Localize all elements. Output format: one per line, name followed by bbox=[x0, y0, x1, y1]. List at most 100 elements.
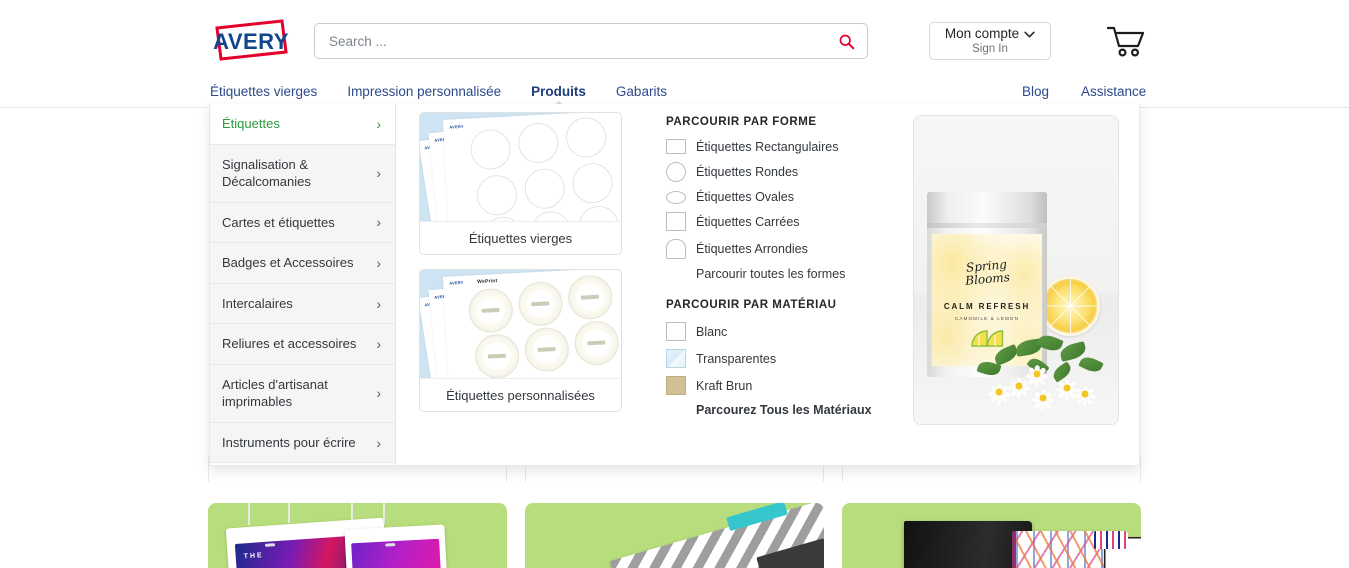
chevron-right-icon: › bbox=[376, 295, 381, 312]
filter-column: PARCOURIR PAR FORME Étiquettes Rectangul… bbox=[666, 116, 916, 417]
category-label: Badges et Accessoires bbox=[222, 255, 354, 271]
shape-filter-rondes[interactable]: Étiquettes Rondes bbox=[666, 162, 916, 182]
site-header: AVERY Mon compte Sign In bbox=[0, 0, 1349, 78]
category-label: Signalisation & Décalcomanies bbox=[222, 156, 311, 190]
category-item-etiquettes[interactable]: Étiquettes › bbox=[210, 104, 395, 145]
svg-text:AVERY: AVERY bbox=[213, 29, 289, 54]
browse-all-materials-link[interactable]: Parcourez Tous les Matériaux bbox=[696, 403, 916, 417]
category-item-artisanat[interactable]: Articles d'artisanat imprimables › bbox=[210, 364, 395, 423]
promo-script-line2: Blooms bbox=[964, 269, 1011, 288]
promo-image-card[interactable]: Spring Blooms CALM REFRESH CAMOMILE & LE… bbox=[913, 115, 1119, 425]
category-item-signalisation[interactable]: Signalisation & Décalcomanies › bbox=[210, 144, 395, 203]
nav-item-produits[interactable]: Produits bbox=[529, 78, 588, 106]
shape-filter-carrees[interactable]: Étiquettes Carrées bbox=[666, 212, 916, 231]
category-item-intercalaires[interactable]: Intercalaires › bbox=[210, 283, 395, 325]
blank-round-labels bbox=[443, 113, 621, 221]
category-item-cartes[interactable]: Cartes et étiquettes › bbox=[210, 202, 395, 244]
material-filter-kraft[interactable]: Kraft Brun bbox=[666, 376, 916, 395]
search-button[interactable] bbox=[825, 24, 867, 58]
nav-item-assistance[interactable]: Assistance bbox=[1079, 78, 1148, 106]
product-card-caption: Étiquettes personnalisées bbox=[420, 378, 621, 411]
printed-round-labels bbox=[443, 270, 621, 378]
nav-item-etiquettes-vierges[interactable]: Étiquettes vierges bbox=[208, 78, 319, 106]
filter-spacer bbox=[666, 281, 916, 299]
product-card-column: AVERY AVERY AVERY bbox=[419, 112, 624, 426]
product-card-etiquettes-vierges[interactable]: AVERY AVERY AVERY bbox=[419, 112, 622, 255]
material-filter-transparentes[interactable]: Transparentes bbox=[666, 349, 916, 368]
rectangle-shape-icon bbox=[666, 139, 686, 154]
category-item-instruments[interactable]: Instruments pour écrire › bbox=[210, 422, 395, 464]
chevron-right-icon: › bbox=[376, 385, 381, 402]
category-label: Intercalaires bbox=[222, 295, 293, 311]
label-sheet: AVERY WePrint bbox=[442, 270, 621, 378]
badge-artwork bbox=[344, 524, 448, 568]
lemon-slice-photo bbox=[1040, 276, 1100, 336]
bottom-card-reliures[interactable] bbox=[842, 503, 1141, 568]
tin-lid bbox=[927, 192, 1047, 228]
promo-subtitle: CAMOMILE & LEMON bbox=[954, 316, 1020, 321]
arch-shape-icon bbox=[666, 239, 686, 259]
search-input[interactable] bbox=[315, 24, 825, 58]
category-item-reliures[interactable]: Reliures et accessoires › bbox=[210, 324, 395, 365]
chamomile-flower bbox=[1024, 364, 1050, 388]
blank-labels-image: AVERY AVERY AVERY bbox=[420, 113, 621, 221]
chevron-right-icon: › bbox=[376, 214, 381, 231]
label-sheet: AVERY bbox=[442, 113, 621, 221]
chevron-down-icon bbox=[1024, 31, 1035, 38]
material-filter-label: Blanc bbox=[696, 324, 728, 339]
chevron-right-icon: › bbox=[376, 434, 381, 451]
category-label: Étiquettes bbox=[222, 116, 280, 131]
category-label: Cartes et étiquettes bbox=[222, 214, 335, 230]
shape-filter-label: Étiquettes Rondes bbox=[696, 165, 799, 179]
shape-filter-ovales[interactable]: Étiquettes Ovales bbox=[666, 190, 916, 204]
label-sheet-stack: AVERY AVERY AVERY WePrint bbox=[420, 270, 621, 378]
shape-filter-arrondies[interactable]: Étiquettes Arrondies bbox=[666, 239, 916, 259]
avery-logo[interactable]: AVERY bbox=[208, 18, 294, 64]
shape-filter-label: Étiquettes Ovales bbox=[696, 190, 794, 204]
category-label: Reliures et accessoires bbox=[222, 336, 357, 352]
search-icon bbox=[839, 34, 854, 49]
circle-shape-icon bbox=[666, 162, 686, 182]
nav-item-blog[interactable]: Blog bbox=[1020, 78, 1051, 106]
account-button[interactable]: Mon compte Sign In bbox=[929, 22, 1051, 60]
kraft-swatch-icon bbox=[666, 376, 686, 395]
sign-in-label: Sign In bbox=[972, 42, 1008, 55]
label-sheet-stack: AVERY AVERY AVERY bbox=[420, 113, 621, 221]
avery-logo-svg: AVERY bbox=[213, 19, 289, 61]
shape-filter-label: Étiquettes Rectangulaires bbox=[696, 139, 839, 154]
browse-all-shapes-link[interactable]: Parcourir toutes les formes bbox=[696, 267, 916, 281]
material-filter-blanc[interactable]: Blanc bbox=[666, 322, 916, 341]
material-filter-label: Transparentes bbox=[696, 351, 777, 366]
material-section-heading: PARCOURIR PAR MATÉRIAU bbox=[666, 299, 837, 311]
category-item-badges[interactable]: Badges et Accessoires › bbox=[210, 243, 395, 284]
chevron-right-icon: › bbox=[376, 115, 381, 132]
product-card-etiquettes-personnalisees[interactable]: AVERY AVERY AVERY WePrint bbox=[419, 269, 622, 412]
shopping-cart-icon bbox=[1106, 26, 1145, 57]
nav-item-impression-personnalisee[interactable]: Impression personnalisée bbox=[345, 78, 503, 106]
square-shape-icon bbox=[666, 212, 686, 231]
bottom-card-row: THE bbox=[0, 503, 1349, 568]
nav-item-gabarits[interactable]: Gabarits bbox=[614, 78, 669, 106]
cart-button[interactable] bbox=[1104, 22, 1148, 60]
chevron-right-icon: › bbox=[376, 165, 381, 182]
category-label: Articles d'artisanat imprimables bbox=[222, 376, 328, 410]
promo-title: CALM REFRESH bbox=[943, 302, 1031, 311]
chamomile-and-leaves bbox=[972, 332, 1118, 414]
material-filter-label: Kraft Brun bbox=[696, 378, 753, 393]
shape-filter-rectangulaires[interactable]: Étiquettes Rectangulaires bbox=[666, 139, 916, 154]
bottom-card-intercalaires[interactable] bbox=[525, 503, 824, 568]
chamomile-flower bbox=[1072, 384, 1098, 408]
search-bar[interactable] bbox=[314, 23, 868, 59]
chamomile-flower bbox=[1030, 388, 1056, 412]
shape-filter-label: Étiquettes Arrondies bbox=[696, 242, 808, 256]
oval-shape-icon bbox=[666, 190, 686, 204]
account-label-row: Mon compte bbox=[945, 26, 1035, 42]
nav-secondary-links: Blog Assistance bbox=[1020, 78, 1148, 106]
promo-script-text: Spring Blooms bbox=[931, 255, 1043, 290]
product-card-caption: Étiquettes vierges bbox=[420, 221, 621, 254]
shape-filter-label: Étiquettes Carrées bbox=[696, 214, 800, 229]
nav-primary-links: Étiquettes vierges Impression personnali… bbox=[208, 78, 669, 106]
clear-swatch-icon bbox=[666, 349, 686, 368]
shape-section-heading: PARCOURIR PAR FORME bbox=[666, 116, 817, 128]
bottom-card-badges[interactable]: THE bbox=[208, 503, 507, 568]
